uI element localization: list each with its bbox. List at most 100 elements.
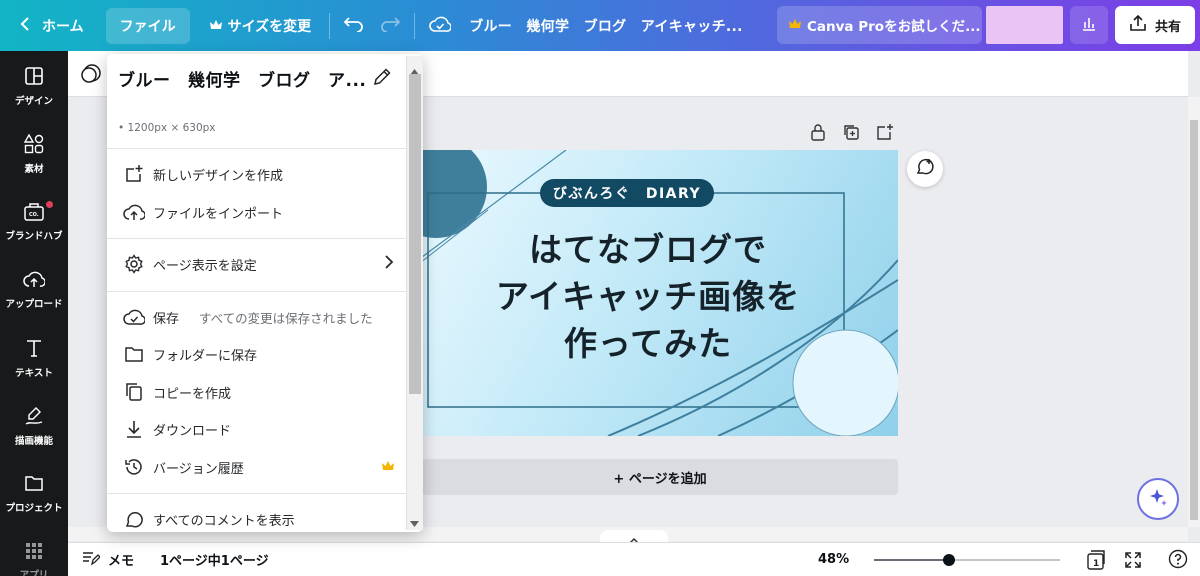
file-label: ファイル bbox=[119, 18, 176, 35]
sidebar-item-text[interactable]: テキスト bbox=[0, 338, 68, 379]
resize-button[interactable]: サイズを変更 bbox=[198, 8, 324, 44]
redo-icon bbox=[380, 16, 401, 36]
comment-plus-icon bbox=[915, 157, 935, 181]
menu-item-label: コピーを作成 bbox=[153, 386, 232, 402]
page-grid-button[interactable]: 1 bbox=[1085, 549, 1107, 575]
sidebar-item-label: アプリ bbox=[19, 570, 49, 576]
folder-icon bbox=[24, 473, 44, 500]
add-page-icon[interactable] bbox=[876, 123, 894, 145]
zoom-value[interactable]: 48% bbox=[818, 552, 849, 567]
pencil-icon[interactable] bbox=[372, 67, 392, 91]
menu-item-label: すべてのコメントを表示 bbox=[153, 513, 295, 529]
share-button[interactable]: 共有 bbox=[1115, 6, 1195, 44]
design-size: • 1200px × 630px bbox=[118, 122, 216, 134]
fullscreen-icon[interactable] bbox=[1124, 551, 1142, 573]
menu-item-new-design[interactable]: 新しいデザインを作成 bbox=[107, 156, 406, 192]
undo-button[interactable] bbox=[336, 8, 372, 44]
left-sidebar: デザイン 素材 CO. ブランドハブ アップロード テキスト 描画機能 プロジェ… bbox=[0, 51, 68, 576]
cloud-check-icon bbox=[429, 16, 453, 36]
import-icon bbox=[123, 201, 145, 223]
bar-chart-icon bbox=[1081, 15, 1097, 35]
sidebar-item-draw[interactable]: 描画機能 bbox=[0, 406, 68, 447]
sidebar-item-brand-hub[interactable]: CO. ブランドハブ bbox=[0, 201, 68, 242]
menu-item-label: ページ表示を設定 bbox=[153, 258, 257, 274]
menu-item-download[interactable]: ダウンロード bbox=[107, 411, 406, 447]
comment-icon bbox=[123, 508, 145, 530]
home-button[interactable]: ホーム bbox=[8, 8, 96, 44]
text-icon bbox=[24, 338, 44, 365]
menu-item-label: フォルダーに保存 bbox=[153, 348, 258, 364]
crown-icon bbox=[789, 17, 801, 33]
notes-icon bbox=[82, 550, 101, 570]
color-swatch-icon[interactable] bbox=[80, 63, 102, 89]
download-icon bbox=[123, 418, 145, 440]
sidebar-item-apps[interactable]: アプリ bbox=[0, 542, 68, 576]
undo-icon bbox=[343, 16, 364, 36]
headline-line: アイキャッチ画像を bbox=[495, 277, 801, 316]
design-title[interactable]: ブルー 幾何学 ブログ アイキャッチ... bbox=[469, 16, 743, 36]
svg-text:CO.: CO. bbox=[29, 212, 39, 218]
menu-item-import[interactable]: ファイルをインポート bbox=[107, 194, 406, 230]
pro-label: Canva Proをお試しくだ... bbox=[807, 19, 981, 35]
menu-item-save-to-folder[interactable]: フォルダーに保存 bbox=[107, 336, 406, 372]
apps-icon bbox=[25, 542, 43, 567]
crown-icon bbox=[209, 18, 222, 34]
sidebar-item-label: ブランドハブ bbox=[5, 231, 63, 242]
design-headline: はてなブログで アイキャッチ画像を 作ってみた bbox=[458, 226, 838, 367]
notes-label: メモ bbox=[108, 554, 135, 569]
duplicate-page-icon[interactable] bbox=[842, 123, 860, 145]
new-design-icon bbox=[123, 163, 145, 185]
zoom-slider-fill bbox=[874, 559, 949, 561]
page-count: 1 bbox=[1093, 559, 1099, 569]
design-canvas[interactable]: びぶんろぐ DIARY はてなブログで アイキャッチ画像を 作ってみた bbox=[398, 150, 898, 436]
avatar[interactable] bbox=[986, 6, 1063, 44]
menu-divider bbox=[107, 238, 406, 239]
sidebar-item-elements[interactable]: 素材 bbox=[0, 133, 68, 175]
file-menu-button[interactable]: ファイル bbox=[105, 7, 190, 44]
menu-design-title[interactable]: ブルー 幾何学 ブログ ア... bbox=[118, 66, 366, 91]
sidebar-item-label: テキスト bbox=[15, 368, 53, 379]
chevron-left-icon bbox=[20, 16, 30, 35]
help-icon[interactable] bbox=[1168, 549, 1188, 573]
sidebar-item-uploads[interactable]: アップロード bbox=[0, 269, 68, 310]
menu-item-save[interactable]: 保存 すべての変更は保存されました bbox=[107, 299, 406, 335]
menu-item-page-view[interactable]: ページ表示を設定 bbox=[107, 246, 406, 282]
divider bbox=[414, 12, 416, 39]
menu-divider bbox=[107, 148, 406, 149]
resize-label: サイズを変更 bbox=[227, 18, 312, 35]
sidebar-item-design[interactable]: デザイン bbox=[0, 66, 68, 107]
cloud-save-status[interactable] bbox=[421, 8, 459, 44]
history-icon bbox=[123, 456, 145, 478]
menu-item-version-history[interactable]: バージョン履歴 bbox=[107, 449, 406, 485]
zoom-slider[interactable] bbox=[874, 554, 1060, 566]
menu-item-make-copy[interactable]: コピーを作成 bbox=[107, 374, 406, 410]
menu-scrollbar-thumb[interactable] bbox=[409, 74, 421, 394]
add-comment-button[interactable] bbox=[907, 151, 943, 187]
settings-icon bbox=[123, 253, 145, 275]
insights-button[interactable] bbox=[1070, 6, 1108, 44]
sparkle-icon bbox=[1148, 487, 1168, 511]
design-badge: びぶんろぐ DIARY bbox=[540, 179, 714, 207]
try-pro-button[interactable]: Canva Proをお試しくだ... bbox=[777, 6, 982, 44]
divider bbox=[329, 12, 331, 39]
menu-item-label: バージョン履歴 bbox=[153, 461, 244, 477]
zoom-slider-handle[interactable] bbox=[943, 554, 955, 566]
lock-icon[interactable] bbox=[810, 123, 826, 145]
add-page-button[interactable]: + ページを追加 bbox=[422, 459, 898, 495]
vertical-scrollbar-thumb[interactable] bbox=[1190, 120, 1198, 520]
scroll-down-arrow-icon[interactable] bbox=[410, 512, 419, 531]
headline-line: はてなブログで bbox=[529, 230, 767, 269]
redo-button[interactable] bbox=[372, 8, 408, 44]
magic-assistant-button[interactable] bbox=[1137, 478, 1179, 520]
notification-dot bbox=[46, 201, 53, 208]
menu-item-show-comments[interactable]: すべてのコメントを表示 bbox=[107, 501, 406, 532]
save-status: すべての変更は保存されました bbox=[199, 310, 373, 326]
draw-icon bbox=[24, 406, 44, 433]
page-indicator: 1ページ中1ページ bbox=[160, 554, 269, 569]
share-upload-icon bbox=[1129, 14, 1147, 36]
menu-item-label: 保存 bbox=[153, 311, 180, 327]
notes-button[interactable]: メモ bbox=[82, 550, 134, 570]
folder-icon bbox=[123, 343, 145, 365]
home-label: ホーム bbox=[42, 18, 84, 35]
sidebar-item-projects[interactable]: プロジェクト bbox=[0, 473, 68, 514]
